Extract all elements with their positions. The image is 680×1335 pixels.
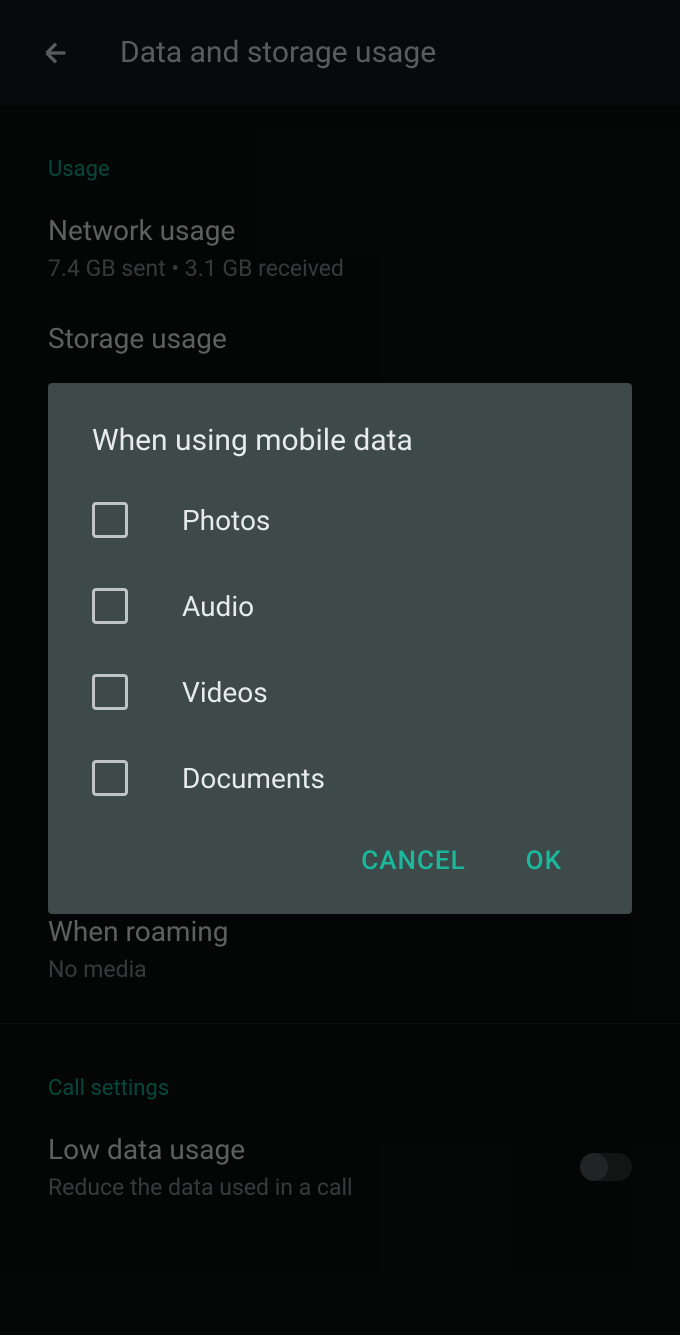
audio-option[interactable]: Audio [92, 588, 588, 624]
videos-checkbox[interactable] [92, 674, 128, 710]
dialog-title: When using mobile data [92, 423, 588, 458]
ok-button[interactable]: OK [526, 846, 562, 876]
dialog-actions: CANCEL OK [92, 846, 588, 894]
photos-label: Photos [182, 504, 270, 537]
audio-checkbox[interactable] [92, 588, 128, 624]
documents-label: Documents [182, 762, 325, 795]
videos-option[interactable]: Videos [92, 674, 588, 710]
photos-option[interactable]: Photos [92, 502, 588, 538]
documents-option[interactable]: Documents [92, 760, 588, 796]
documents-checkbox[interactable] [92, 760, 128, 796]
audio-label: Audio [182, 590, 254, 623]
mobile-data-dialog: When using mobile data Photos Audio Vide… [48, 383, 632, 914]
cancel-button[interactable]: CANCEL [361, 846, 465, 876]
photos-checkbox[interactable] [92, 502, 128, 538]
videos-label: Videos [182, 676, 268, 709]
